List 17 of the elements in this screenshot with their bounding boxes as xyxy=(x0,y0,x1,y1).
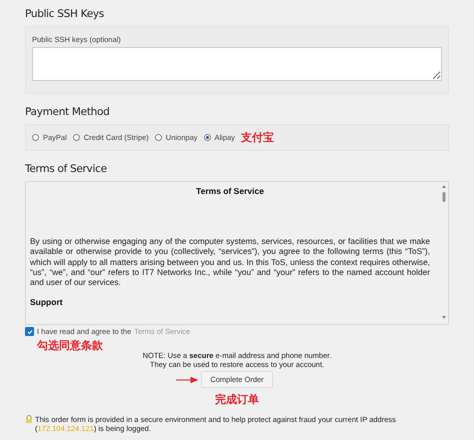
terms-title: Terms of Service xyxy=(195,186,265,196)
arrow-icon xyxy=(176,376,198,382)
ssh-keys-field[interactable] xyxy=(32,47,442,81)
annotation: 支付宝 xyxy=(240,130,274,145)
annotation: 完成订单 xyxy=(215,392,259,407)
radio-button[interactable] xyxy=(204,134,210,141)
section-heading: Terms of Service xyxy=(25,163,108,175)
radio-button[interactable] xyxy=(72,134,80,141)
terms-paragraph: By using or otherwise engaging any of the computer systems, services, resources, or facilities that we make available or otherwise provide to you (collectively, “services”), you agree to the following terms (this “ToS”), which will apply to all matters arising between you and us. In this ToS, unless the context requires otherwise, “us”, “we”, and “our” refers to IT7 Networks Inc., while “you” and “your” refers to the named account holder and user of our services. xyxy=(30,236,430,288)
radio-button[interactable] xyxy=(154,134,162,141)
agree-checkbox[interactable] xyxy=(25,327,34,336)
terms-subheading: Support xyxy=(30,297,64,308)
radio-button[interactable] xyxy=(32,134,39,141)
section-heading: Payment Method xyxy=(25,106,110,118)
section-heading: Public SSH Keys xyxy=(25,8,105,20)
lock-icon xyxy=(25,415,33,423)
annotation: 勾选同意条款 xyxy=(37,339,103,352)
